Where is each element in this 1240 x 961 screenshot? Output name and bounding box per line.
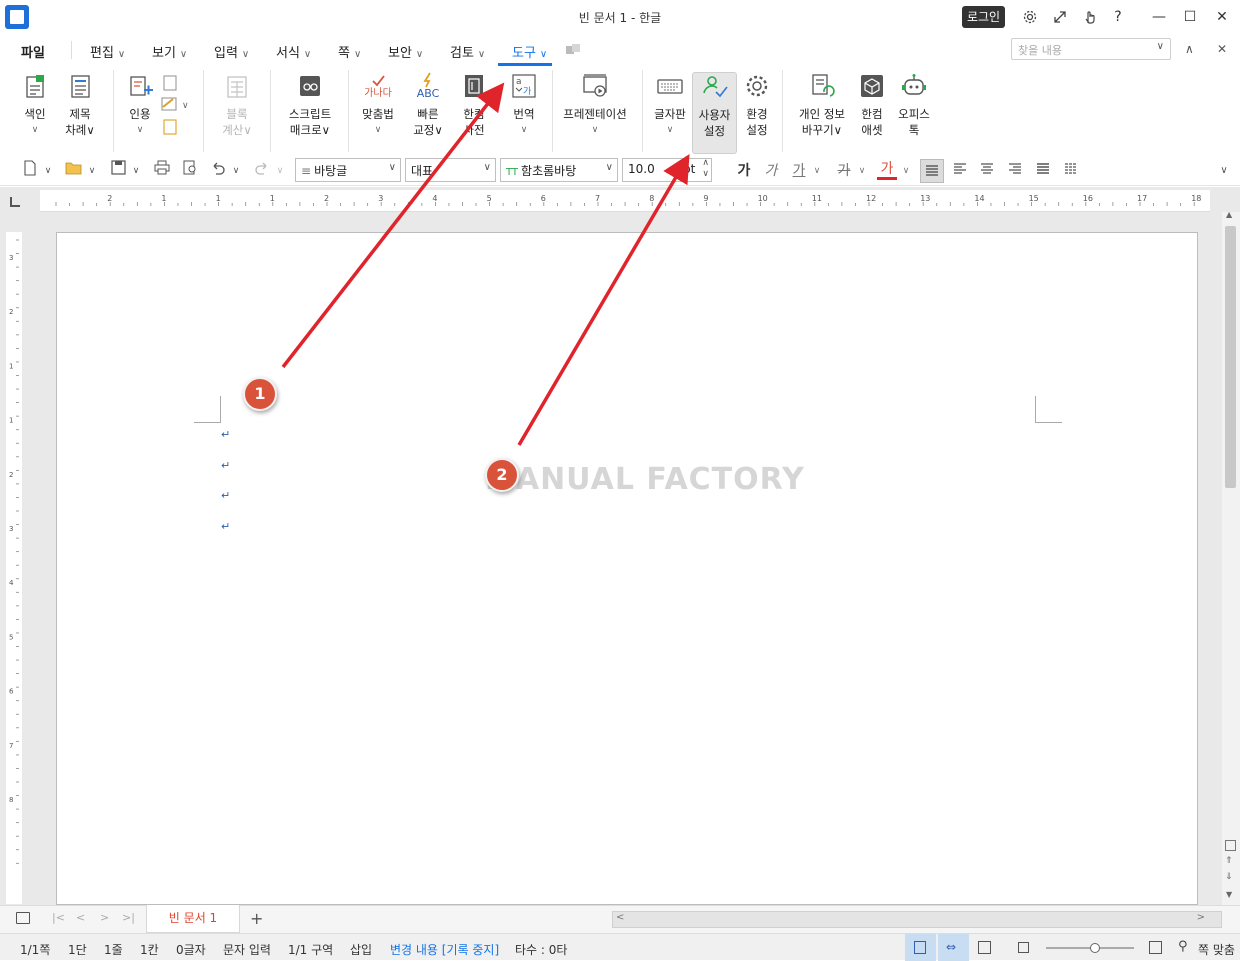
status-typing: 타수 : 0타 bbox=[515, 943, 568, 957]
view-page-button[interactable] bbox=[978, 941, 991, 954]
status-line: 1줄 bbox=[104, 943, 123, 957]
arrow-2 bbox=[517, 153, 690, 446]
status-track-changes[interactable]: 변경 내용 [기록 중지] bbox=[390, 941, 499, 958]
prev-tab-button[interactable]: < bbox=[76, 911, 85, 924]
last-tab-button[interactable]: >| bbox=[122, 911, 135, 924]
view-normal-button[interactable] bbox=[905, 934, 936, 961]
status-bar: 1/1쪽 1단 1줄 1칸 0글자 문자 입력 1/1 구역 삽입 변경 내용 … bbox=[0, 933, 1240, 961]
status-page[interactable]: 1/1쪽 bbox=[20, 941, 50, 958]
scroll-left-icon[interactable]: < bbox=[616, 912, 624, 923]
next-tab-button[interactable]: > bbox=[100, 911, 109, 924]
scroll-right-icon[interactable]: > bbox=[1197, 912, 1205, 923]
zoom-slider-handle[interactable] bbox=[1090, 943, 1100, 953]
horizontal-scrollbar[interactable]: < > bbox=[612, 911, 1222, 928]
status-input-mode[interactable]: 문자 입력 bbox=[223, 941, 271, 958]
add-tab-button[interactable]: + bbox=[250, 909, 263, 928]
view-width-button[interactable]: ⇔ bbox=[938, 934, 969, 961]
arrow-1 bbox=[281, 82, 505, 369]
status-fit[interactable]: 쪽 맞춤 bbox=[1198, 941, 1235, 958]
view-full-button[interactable] bbox=[1018, 942, 1029, 953]
status-section: 1/1 구역 bbox=[288, 943, 334, 957]
magnifier-icon[interactable]: ⚲ bbox=[1178, 939, 1188, 954]
annotation-arrows bbox=[281, 82, 690, 446]
sheet-icon[interactable] bbox=[16, 912, 30, 924]
zoom-slider[interactable] bbox=[1046, 943, 1134, 953]
status-chars: 0글자 bbox=[176, 943, 206, 957]
first-tab-button[interactable]: |< bbox=[52, 911, 65, 924]
annotation-badge-2: 2 bbox=[485, 458, 519, 492]
annotation-badge-1: 1 bbox=[243, 377, 277, 411]
status-cell: 1칸 bbox=[140, 943, 159, 957]
status-column: 1단 bbox=[68, 943, 87, 957]
zoom-fit-icon[interactable] bbox=[1149, 941, 1162, 954]
status-insert[interactable]: 삽입 bbox=[350, 941, 372, 958]
tab-document[interactable]: 빈 문서 1 bbox=[146, 905, 240, 933]
